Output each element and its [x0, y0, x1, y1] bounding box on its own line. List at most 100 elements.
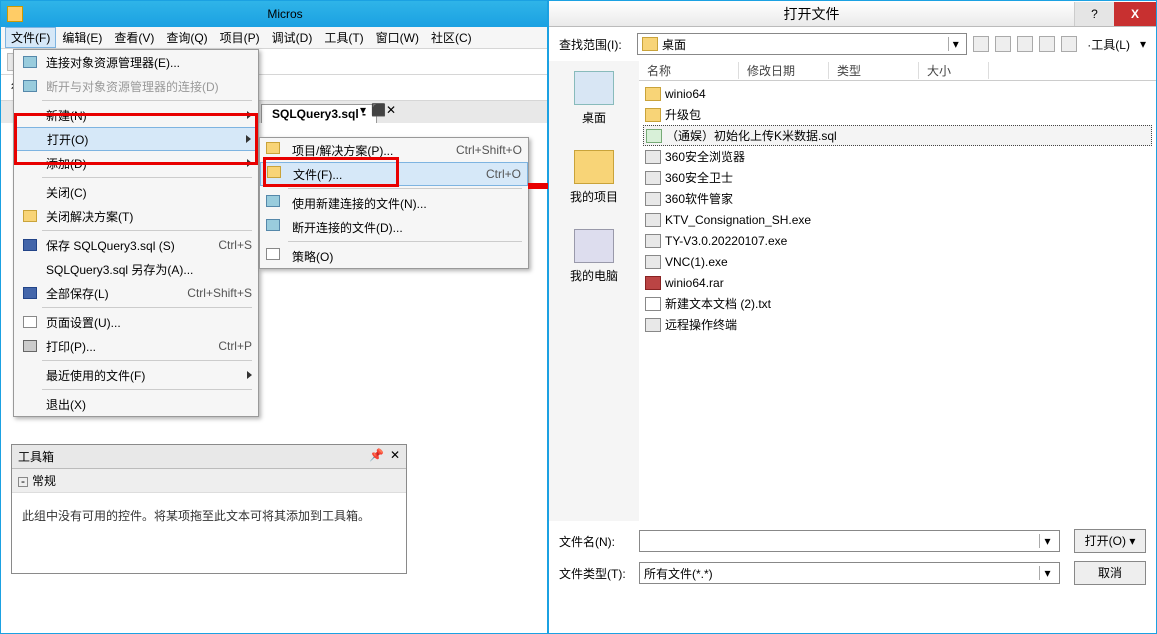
rar-icon — [645, 276, 661, 290]
place-desktop[interactable]: 桌面 — [574, 71, 614, 126]
file-name: 新建文本文档 (2).txt — [665, 295, 771, 312]
exe-icon — [645, 150, 661, 164]
toolbox-title: 工具箱 — [18, 448, 369, 465]
cancel-button[interactable]: 取消 — [1074, 561, 1146, 585]
menu-print[interactable]: 打印(P)...Ctrl+P — [14, 334, 258, 358]
menu-close-solution[interactable]: 关闭解决方案(T) — [14, 204, 258, 228]
menu-community[interactable]: 社区(C) — [425, 27, 478, 48]
file-name: KTV_Consignation_SH.exe — [665, 213, 811, 227]
file-row[interactable]: （通娱）初始化上传K米数据.sql — [643, 125, 1152, 146]
place-my-projects[interactable]: 我的项目 — [570, 150, 618, 205]
submenu-arrow-icon — [247, 371, 252, 379]
col-type[interactable]: 类型 — [829, 62, 919, 79]
menu-bar[interactable]: 文件(F) 编辑(E) 查看(V) 查询(Q) 项目(P) 调试(D) 工具(T… — [1, 27, 547, 49]
menu-save[interactable]: 保存 SQLQuery3.sql (S)Ctrl+S — [14, 233, 258, 257]
newfolder-icon[interactable] — [1039, 36, 1055, 52]
col-date[interactable]: 修改日期 — [739, 62, 829, 79]
submenu-file-disconnected[interactable]: 断开连接的文件(D)... — [260, 215, 528, 239]
open-button[interactable]: 打开(O) ▾ — [1074, 529, 1146, 553]
file-menu: 连接对象资源管理器(E)... 断开与对象资源管理器的连接(D) 新建(N) 打… — [13, 49, 259, 417]
tools-dropdown[interactable]: ·工具(L) — [1083, 36, 1134, 53]
menu-edit[interactable]: 编辑(E) — [56, 27, 108, 48]
tab-controls[interactable]: ▾⬛✕ — [357, 103, 397, 117]
place-my-computer[interactable]: 我的电脑 — [570, 229, 618, 284]
back-icon[interactable] — [973, 36, 989, 52]
menu-new[interactable]: 新建(N) — [14, 103, 258, 127]
file-row[interactable]: 新建文本文档 (2).txt — [643, 293, 1152, 314]
file-open-icon — [267, 166, 281, 178]
menu-close[interactable]: 关闭(C) — [14, 180, 258, 204]
submenu-file[interactable]: 文件(F)...Ctrl+O — [260, 162, 528, 186]
menu-file[interactable]: 文件(F) — [5, 27, 56, 48]
filetype-label: 文件类型(T): — [559, 565, 631, 582]
menu-open[interactable]: 打开(O) — [14, 127, 258, 151]
dropdown-icon[interactable]: ▾ — [1039, 534, 1055, 548]
sql-icon — [646, 129, 662, 143]
file-name: 360软件管家 — [665, 190, 733, 207]
menu-save-as[interactable]: SQLQuery3.sql 另存为(A)... — [14, 257, 258, 281]
help-button[interactable]: ? — [1074, 2, 1114, 26]
menu-view[interactable]: 查看(V) — [108, 27, 160, 48]
menu-window[interactable]: 窗口(W) — [370, 27, 425, 48]
file-disc-icon — [266, 219, 280, 231]
menu-debug[interactable]: 调试(D) — [266, 27, 319, 48]
file-row[interactable]: 升级包 — [643, 104, 1152, 125]
file-row[interactable]: 360安全卫士 — [643, 167, 1152, 188]
toolbox-pin-icon[interactable]: 📌 — [369, 448, 384, 465]
file-row[interactable]: winio64.rar — [643, 272, 1152, 293]
submenu-policy[interactable]: 策略(O) — [260, 244, 528, 268]
file-row[interactable]: KTV_Consignation_SH.exe — [643, 209, 1152, 230]
file-row[interactable]: VNC(1).exe — [643, 251, 1152, 272]
col-name[interactable]: 名称 — [639, 62, 739, 79]
dropdown-icon[interactable]: ▾ — [1039, 566, 1055, 580]
open-submenu: 项目/解决方案(P)...Ctrl+Shift+O 文件(F)...Ctrl+O… — [259, 137, 529, 269]
file-name: 360安全卫士 — [665, 169, 733, 186]
file-conn-icon — [266, 195, 280, 207]
look-in-combo[interactable]: 桌面 ▾ — [637, 33, 967, 55]
menu-connect-object-explorer[interactable]: 连接对象资源管理器(E)... — [14, 50, 258, 74]
up-icon[interactable] — [995, 36, 1011, 52]
folder-icon — [645, 108, 661, 122]
menu-recent-files[interactable]: 最近使用的文件(F) — [14, 363, 258, 387]
filetype-combo[interactable]: 所有文件(*.*)▾ — [639, 562, 1060, 584]
file-row[interactable]: 360安全浏览器 — [643, 146, 1152, 167]
file-list[interactable]: 名称 修改日期 类型 大小 winio64 升级包（通娱）初始化上传K米数据.sq… — [639, 61, 1156, 521]
file-name: winio64 — [665, 87, 706, 101]
delete-icon[interactable] — [1017, 36, 1033, 52]
file-name: VNC(1).exe — [665, 255, 728, 269]
submenu-project-solution[interactable]: 项目/解决方案(P)...Ctrl+Shift+O — [260, 138, 528, 162]
menu-query[interactable]: 查询(Q) — [160, 27, 213, 48]
dialog-footer: 文件名(N): ▾ 打开(O) ▾ 文件类型(T): 所有文件(*.*)▾ 取消 — [549, 521, 1156, 601]
toolbox-category[interactable]: -常规 — [12, 469, 406, 493]
menu-tools[interactable]: 工具(T) — [318, 27, 369, 48]
file-name: TY-V3.0.20220107.exe — [665, 234, 787, 248]
look-in-value: 桌面 — [662, 36, 686, 53]
menu-exit[interactable]: 退出(X) — [14, 392, 258, 416]
views-icon[interactable] — [1061, 36, 1077, 52]
toolbox-close-icon[interactable]: ✕ — [390, 448, 400, 465]
dialog-title: 打开文件 — [549, 4, 1074, 24]
chevron-down-icon[interactable]: ▾ — [1140, 37, 1146, 51]
col-size[interactable]: 大小 — [919, 62, 989, 79]
dropdown-icon[interactable]: ▾ — [948, 37, 962, 51]
menu-project[interactable]: 项目(P) — [214, 27, 266, 48]
file-row[interactable]: winio64 — [643, 83, 1152, 104]
filename-input[interactable]: ▾ — [639, 530, 1060, 552]
close-button[interactable]: X — [1114, 2, 1156, 26]
split-dropdown-icon[interactable]: ▾ — [1129, 534, 1135, 548]
column-headers[interactable]: 名称 修改日期 类型 大小 — [639, 61, 1156, 81]
menu-save-all[interactable]: 全部保存(L)Ctrl+Shift+S — [14, 281, 258, 305]
exe-icon — [645, 192, 661, 206]
file-row[interactable]: 360软件管家 — [643, 188, 1152, 209]
filename-label: 文件名(N): — [559, 533, 631, 550]
menu-add[interactable]: 添加(D) — [14, 151, 258, 175]
print-icon — [23, 340, 37, 352]
menu-page-setup[interactable]: 页面设置(U)... — [14, 310, 258, 334]
collapse-icon[interactable]: - — [18, 477, 28, 487]
file-row[interactable]: TY-V3.0.20220107.exe — [643, 230, 1152, 251]
submenu-file-new-connection[interactable]: 使用新建连接的文件(N)... — [260, 191, 528, 215]
exe-icon — [645, 255, 661, 269]
file-row[interactable]: 远程操作终端 — [643, 314, 1152, 335]
submenu-arrow-icon — [247, 111, 252, 119]
dialog-titlebar: 打开文件 ? X — [549, 1, 1156, 27]
